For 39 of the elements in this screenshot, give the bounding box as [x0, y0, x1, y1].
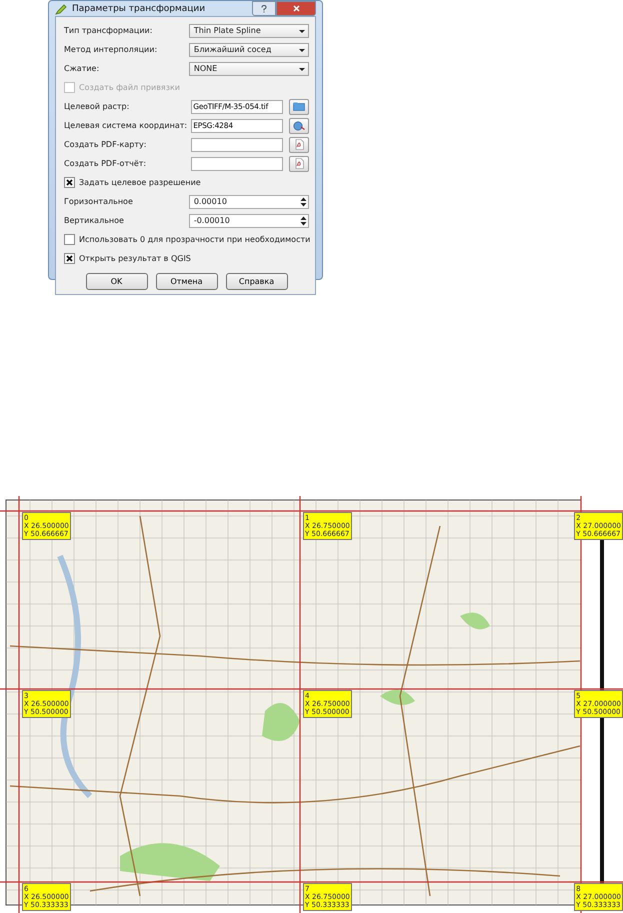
dropdown[interactable]: NONE	[188, 62, 309, 76]
help-button[interactable]	[252, 1, 276, 16]
field-label: Вертикальное	[64, 216, 125, 225]
window-title: Параметры трансформации	[72, 4, 206, 14]
checkbox[interactable]: Задать целевое разрешение	[64, 177, 201, 188]
field-label: Метод интерполяции:	[64, 45, 158, 54]
dialog-button[interactable]: Справка	[226, 273, 288, 290]
cross-mark-icon	[66, 179, 73, 186]
dialog-button[interactable]: Отмена	[156, 273, 218, 290]
spin-arrows-icon	[299, 196, 308, 208]
field-label: Целевой растр:	[64, 102, 130, 111]
browse-button[interactable]	[289, 136, 309, 152]
spin-arrows-icon	[299, 214, 308, 226]
close-button[interactable]	[276, 1, 316, 16]
cross-mark-icon	[66, 255, 73, 262]
dialog-button[interactable]: OK	[86, 273, 148, 290]
pdf-file-icon	[294, 158, 305, 169]
field-label: Горизонтальное	[64, 197, 134, 206]
field-label: Создать PDF-отчёт:	[64, 159, 148, 168]
folder-icon	[293, 102, 306, 111]
field-label: Тип трансформации:	[64, 26, 154, 35]
help-icon	[261, 4, 267, 12]
pdf-file-icon	[294, 139, 305, 150]
text-field[interactable]	[191, 156, 284, 170]
spin-box[interactable]: -0.00010	[188, 214, 309, 228]
text-field[interactable]	[191, 138, 284, 152]
browse-button[interactable]	[289, 156, 309, 172]
dropdown[interactable]: Ближайший сосед	[188, 42, 309, 56]
field-label: Сжатие:	[64, 64, 100, 73]
checkbox[interactable]: Использовать 0 для прозрачности при необходимости	[64, 234, 310, 245]
close-icon	[292, 5, 300, 12]
browse-button[interactable]	[289, 118, 309, 134]
browse-button[interactable]	[289, 98, 309, 114]
field-label: Создать PDF-карту:	[64, 140, 148, 149]
spin-box[interactable]: 0.00010	[188, 194, 309, 208]
dropdown[interactable]: Thin Plate Spline	[188, 24, 309, 38]
globe-icon	[293, 120, 306, 130]
checkbox[interactable]: Открыть результат в QGIS	[64, 253, 191, 264]
field-label: Целевая система координат:	[64, 121, 188, 130]
